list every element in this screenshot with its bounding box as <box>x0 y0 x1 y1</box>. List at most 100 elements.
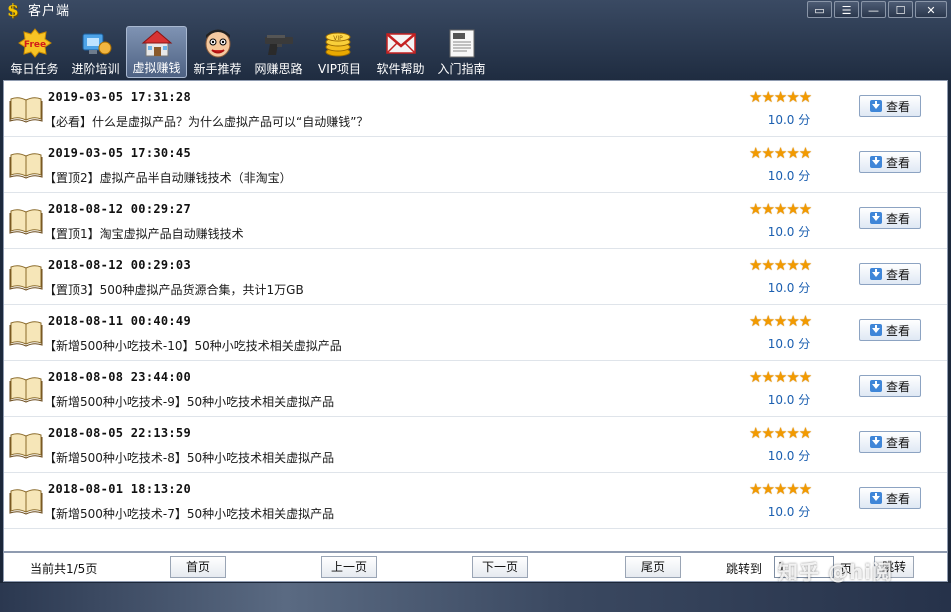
rating-stars: ★★★★★ <box>749 144 812 162</box>
list-item[interactable]: 2018-08-01 18:13:20 【新增500种小吃技术-7】50种小吃技… <box>4 473 947 529</box>
item-title[interactable]: 【新增500种小吃技术-9】50种小吃技术相关虚拟产品 <box>44 393 334 410</box>
item-date: 2018-08-08 23:44:00 <box>48 370 191 384</box>
item-title[interactable]: 【新增500种小吃技术-10】50种小吃技术相关虚拟产品 <box>44 337 342 354</box>
book-icon <box>9 485 43 515</box>
prev-page-button[interactable]: 上一页 <box>321 556 377 578</box>
training-icon <box>79 28 113 58</box>
watermark: 知乎 @hi阅 <box>778 560 894 584</box>
item-score: 10.0 分 <box>767 449 811 463</box>
item-date: 2019-03-05 17:31:28 <box>48 90 191 104</box>
item-title[interactable]: 【新增500种小吃技术-8】50种小吃技术相关虚拟产品 <box>44 449 334 466</box>
rating-stars: ★★★★★ <box>749 256 812 274</box>
page-info: 当前共1/5页 <box>30 562 98 576</box>
item-title[interactable]: 【必看】什么是虚拟产品？为什么虚拟产品可以“自动赚钱”？ <box>44 113 368 130</box>
list-item[interactable]: 2018-08-12 00:29:03 【置顶3】500种虚拟产品货源合集，共计… <box>4 249 947 305</box>
item-score: 10.0 分 <box>767 337 811 351</box>
view-button-label: 查看 <box>885 155 910 170</box>
item-title[interactable]: 【新增500种小吃技术-7】50种小吃技术相关虚拟产品 <box>44 505 334 522</box>
first-page-button[interactable]: 首页 <box>170 556 226 578</box>
tab-label: 新手推荐 <box>193 62 242 76</box>
app-window: $ 客户端 ▭ ☰ — ☐ ✕ Free 每日任务 进阶培训 虚拟赚钱 新手推荐… <box>0 0 951 612</box>
rating-stars: ★★★★★ <box>749 368 812 386</box>
gold-coins-icon: VIP <box>323 28 357 58</box>
view-button[interactable]: 查看 <box>859 375 921 397</box>
download-icon <box>869 100 882 112</box>
item-score: 10.0 分 <box>767 225 811 239</box>
item-date: 2018-08-11 00:40:49 <box>48 314 191 328</box>
minimize-button[interactable]: — <box>861 1 886 18</box>
list-item[interactable]: 2018-08-05 22:13:59 【新增500种小吃技术-8】50种小吃技… <box>4 417 947 473</box>
title-bar[interactable]: $ 客户端 ▭ ☰ — ☐ ✕ <box>0 0 951 24</box>
tab-vip-projects[interactable]: VIP VIP项目 <box>309 26 370 78</box>
menu-icon[interactable]: ☰ <box>834 1 859 18</box>
next-page-button[interactable]: 下一页 <box>472 556 528 578</box>
download-icon <box>869 156 882 168</box>
house-icon <box>140 29 174 59</box>
view-button[interactable]: 查看 <box>859 151 921 173</box>
view-button[interactable]: 查看 <box>859 487 921 509</box>
view-button-label: 查看 <box>885 211 910 226</box>
cartoon-face-icon <box>201 28 235 58</box>
tab-beginner-guide[interactable]: 入门指南 <box>431 26 492 78</box>
tab-software-help[interactable]: 软件帮助 <box>370 26 431 78</box>
item-score: 10.0 分 <box>767 281 811 295</box>
tab-beginner-recommend[interactable]: 新手推荐 <box>187 26 248 78</box>
item-title[interactable]: 【置顶1】淘宝虚拟产品自动赚钱技术 <box>44 225 244 242</box>
book-icon <box>9 261 43 291</box>
chat-icon[interactable]: ▭ <box>807 1 832 18</box>
item-title[interactable]: 【置顶2】虚拟产品半自动赚钱技术（非淘宝） <box>44 169 292 186</box>
tab-label: 进阶培训 <box>71 62 120 76</box>
download-icon <box>869 380 882 392</box>
envelope-icon <box>384 28 418 58</box>
close-button[interactable]: ✕ <box>915 1 947 18</box>
book-icon <box>9 205 43 235</box>
pistol-icon <box>262 28 296 58</box>
view-button-label: 查看 <box>885 491 910 506</box>
download-icon <box>869 492 882 504</box>
tab-label: 入门指南 <box>437 62 486 76</box>
view-button-label: 查看 <box>885 99 910 114</box>
list-item[interactable]: 2018-08-12 00:29:27 【置顶1】淘宝虚拟产品自动赚钱技术 ★★… <box>4 193 947 249</box>
book-icon <box>9 429 43 459</box>
item-title[interactable]: 【置顶3】500种虚拟产品货源合集，共计1万GB <box>44 281 304 298</box>
window-title: 客户端 <box>28 4 71 19</box>
download-icon <box>869 212 882 224</box>
tab-label: VIP项目 <box>318 62 361 76</box>
view-button[interactable]: 查看 <box>859 95 921 117</box>
rating-stars: ★★★★★ <box>749 200 812 218</box>
book-icon <box>9 373 43 403</box>
tab-advanced-training[interactable]: 进阶培训 <box>65 26 126 78</box>
view-button[interactable]: 查看 <box>859 431 921 453</box>
maximize-button[interactable]: ☐ <box>888 1 913 18</box>
view-button[interactable]: 查看 <box>859 207 921 229</box>
view-button-label: 查看 <box>885 379 910 394</box>
desktop-strip <box>0 583 951 612</box>
tab-label: 每日任务 <box>10 62 59 76</box>
list-item[interactable]: 2019-03-05 17:31:28 【必看】什么是虚拟产品？为什么虚拟产品可… <box>4 81 947 137</box>
download-icon <box>869 324 882 336</box>
item-date: 2018-08-12 00:29:27 <box>48 202 191 216</box>
rating-stars: ★★★★★ <box>749 88 812 106</box>
tab-label: 软件帮助 <box>376 62 425 76</box>
main-toolbar: Free 每日任务 进阶培训 虚拟赚钱 新手推荐 网赚思路 VIP VIP项目 … <box>4 26 492 78</box>
item-score: 10.0 分 <box>767 505 811 519</box>
book-icon <box>9 317 43 347</box>
list-item[interactable]: 2018-08-08 23:44:00 【新增500种小吃技术-9】50种小吃技… <box>4 361 947 417</box>
view-button-label: 查看 <box>885 267 910 282</box>
rating-stars: ★★★★★ <box>749 480 812 498</box>
rating-stars: ★★★★★ <box>749 312 812 330</box>
list-item[interactable]: 2019-03-05 17:30:45 【置顶2】虚拟产品半自动赚钱技术（非淘宝… <box>4 137 947 193</box>
view-button[interactable]: 查看 <box>859 263 921 285</box>
view-button-label: 查看 <box>885 323 910 338</box>
item-score: 10.0 分 <box>767 113 811 127</box>
tab-money-ideas[interactable]: 网赚思路 <box>248 26 309 78</box>
book-icon <box>9 149 43 179</box>
svg-text:Free: Free <box>23 40 45 50</box>
view-button[interactable]: 查看 <box>859 319 921 341</box>
item-score: 10.0 分 <box>767 393 811 407</box>
last-page-button[interactable]: 尾页 <box>625 556 681 578</box>
download-icon <box>869 436 882 448</box>
tab-daily-tasks[interactable]: Free 每日任务 <box>4 26 65 78</box>
tab-virtual-money[interactable]: 虚拟赚钱 <box>126 26 187 78</box>
list-item[interactable]: 2018-08-11 00:40:49 【新增500种小吃技术-10】50种小吃… <box>4 305 947 361</box>
